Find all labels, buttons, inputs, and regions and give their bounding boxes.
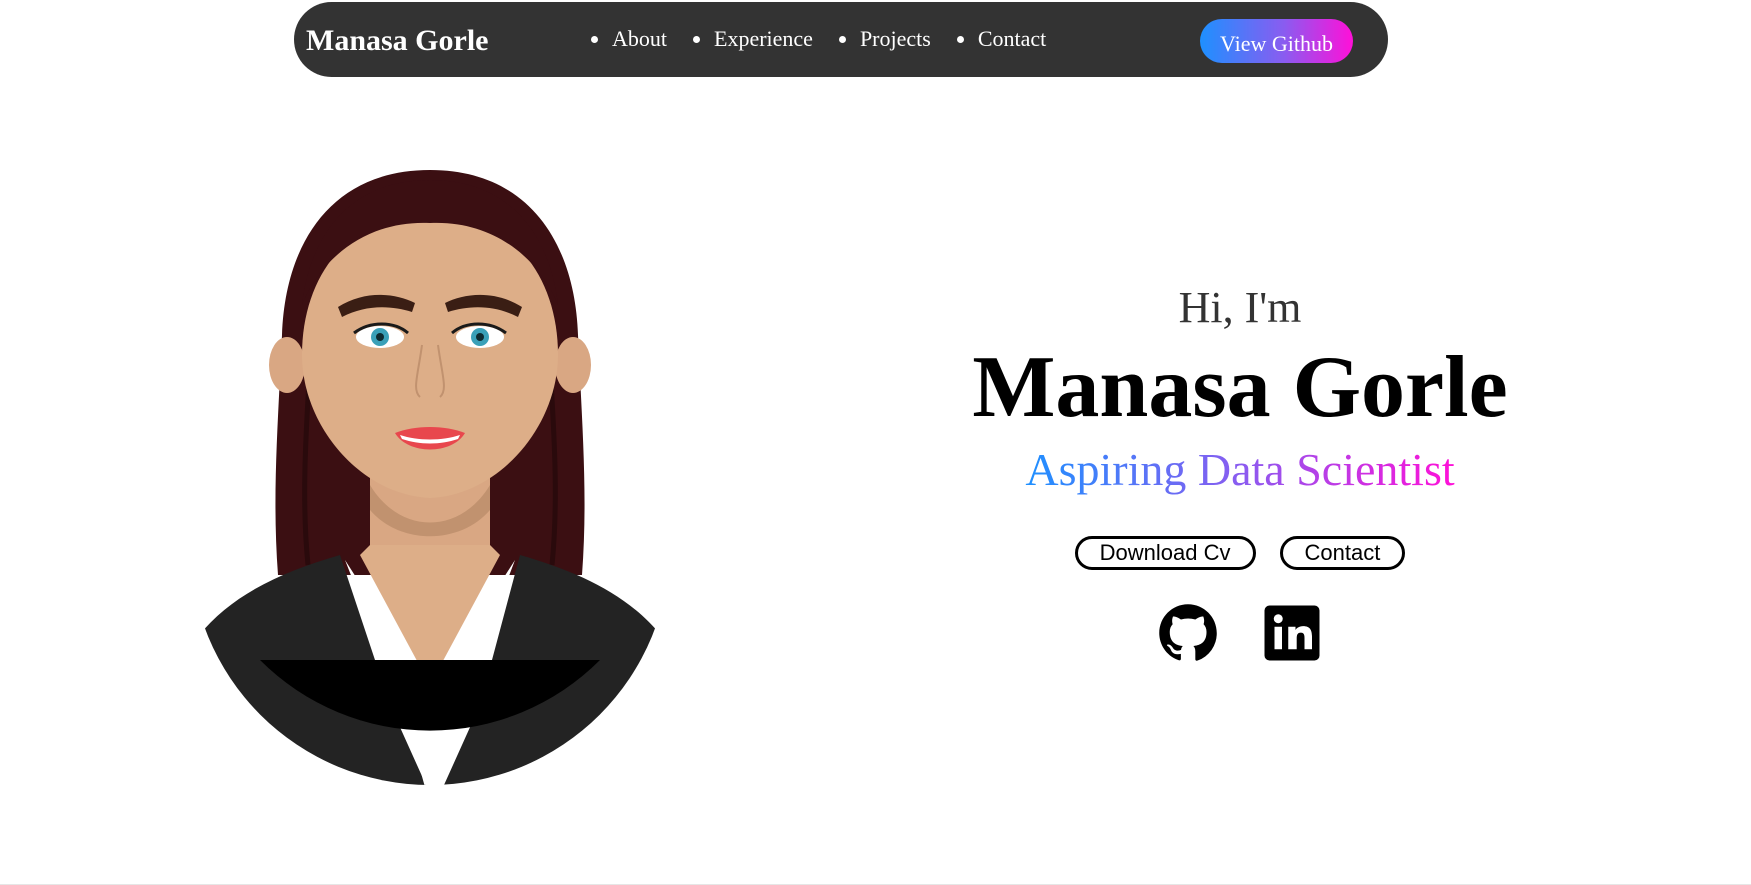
nav-item-label: Projects xyxy=(859,26,931,51)
bullet-icon xyxy=(838,35,846,43)
brand-name[interactable]: Manasa Gorle xyxy=(306,22,488,60)
greeting-text: Hi, I'm xyxy=(1178,283,1302,332)
avatar-illustration xyxy=(190,170,670,785)
contact-button[interactable]: Contact xyxy=(1279,536,1406,570)
profile-avatar xyxy=(190,165,670,785)
nav-item-label: Contact xyxy=(977,26,1047,51)
hero-role: Aspiring Data Scientist xyxy=(1025,442,1454,498)
hero-buttons: Download Cv Contact xyxy=(880,536,1600,570)
linkedin-icon[interactable] xyxy=(1262,603,1322,663)
nav-item-projects[interactable]: Projects xyxy=(838,24,931,54)
social-links xyxy=(880,603,1600,663)
bullet-icon xyxy=(956,35,964,43)
nav-item-experience[interactable]: Experience xyxy=(693,24,813,54)
nav-item-label: Experience xyxy=(714,26,813,51)
hero-name: Manasa Gorle xyxy=(972,339,1508,436)
nav-item-label: About xyxy=(612,26,667,51)
nav-item-contact[interactable]: Contact xyxy=(956,24,1047,54)
nav-item-about[interactable]: About xyxy=(591,24,667,54)
top-navbar: Manasa Gorle About Experience Projects C… xyxy=(294,2,1388,77)
hero-section: Hi, I'm Manasa Gorle Aspiring Data Scien… xyxy=(880,280,1600,663)
github-icon[interactable] xyxy=(1158,603,1218,663)
download-cv-button[interactable]: Download Cv xyxy=(1074,536,1256,570)
nav-links: About Experience Projects Contact xyxy=(591,24,1046,54)
bullet-icon xyxy=(591,35,598,43)
view-github-button[interactable]: View Github xyxy=(1200,19,1353,63)
bullet-icon xyxy=(693,35,700,43)
portfolio-page: Manasa Gorle About Experience Projects C… xyxy=(0,0,1751,885)
